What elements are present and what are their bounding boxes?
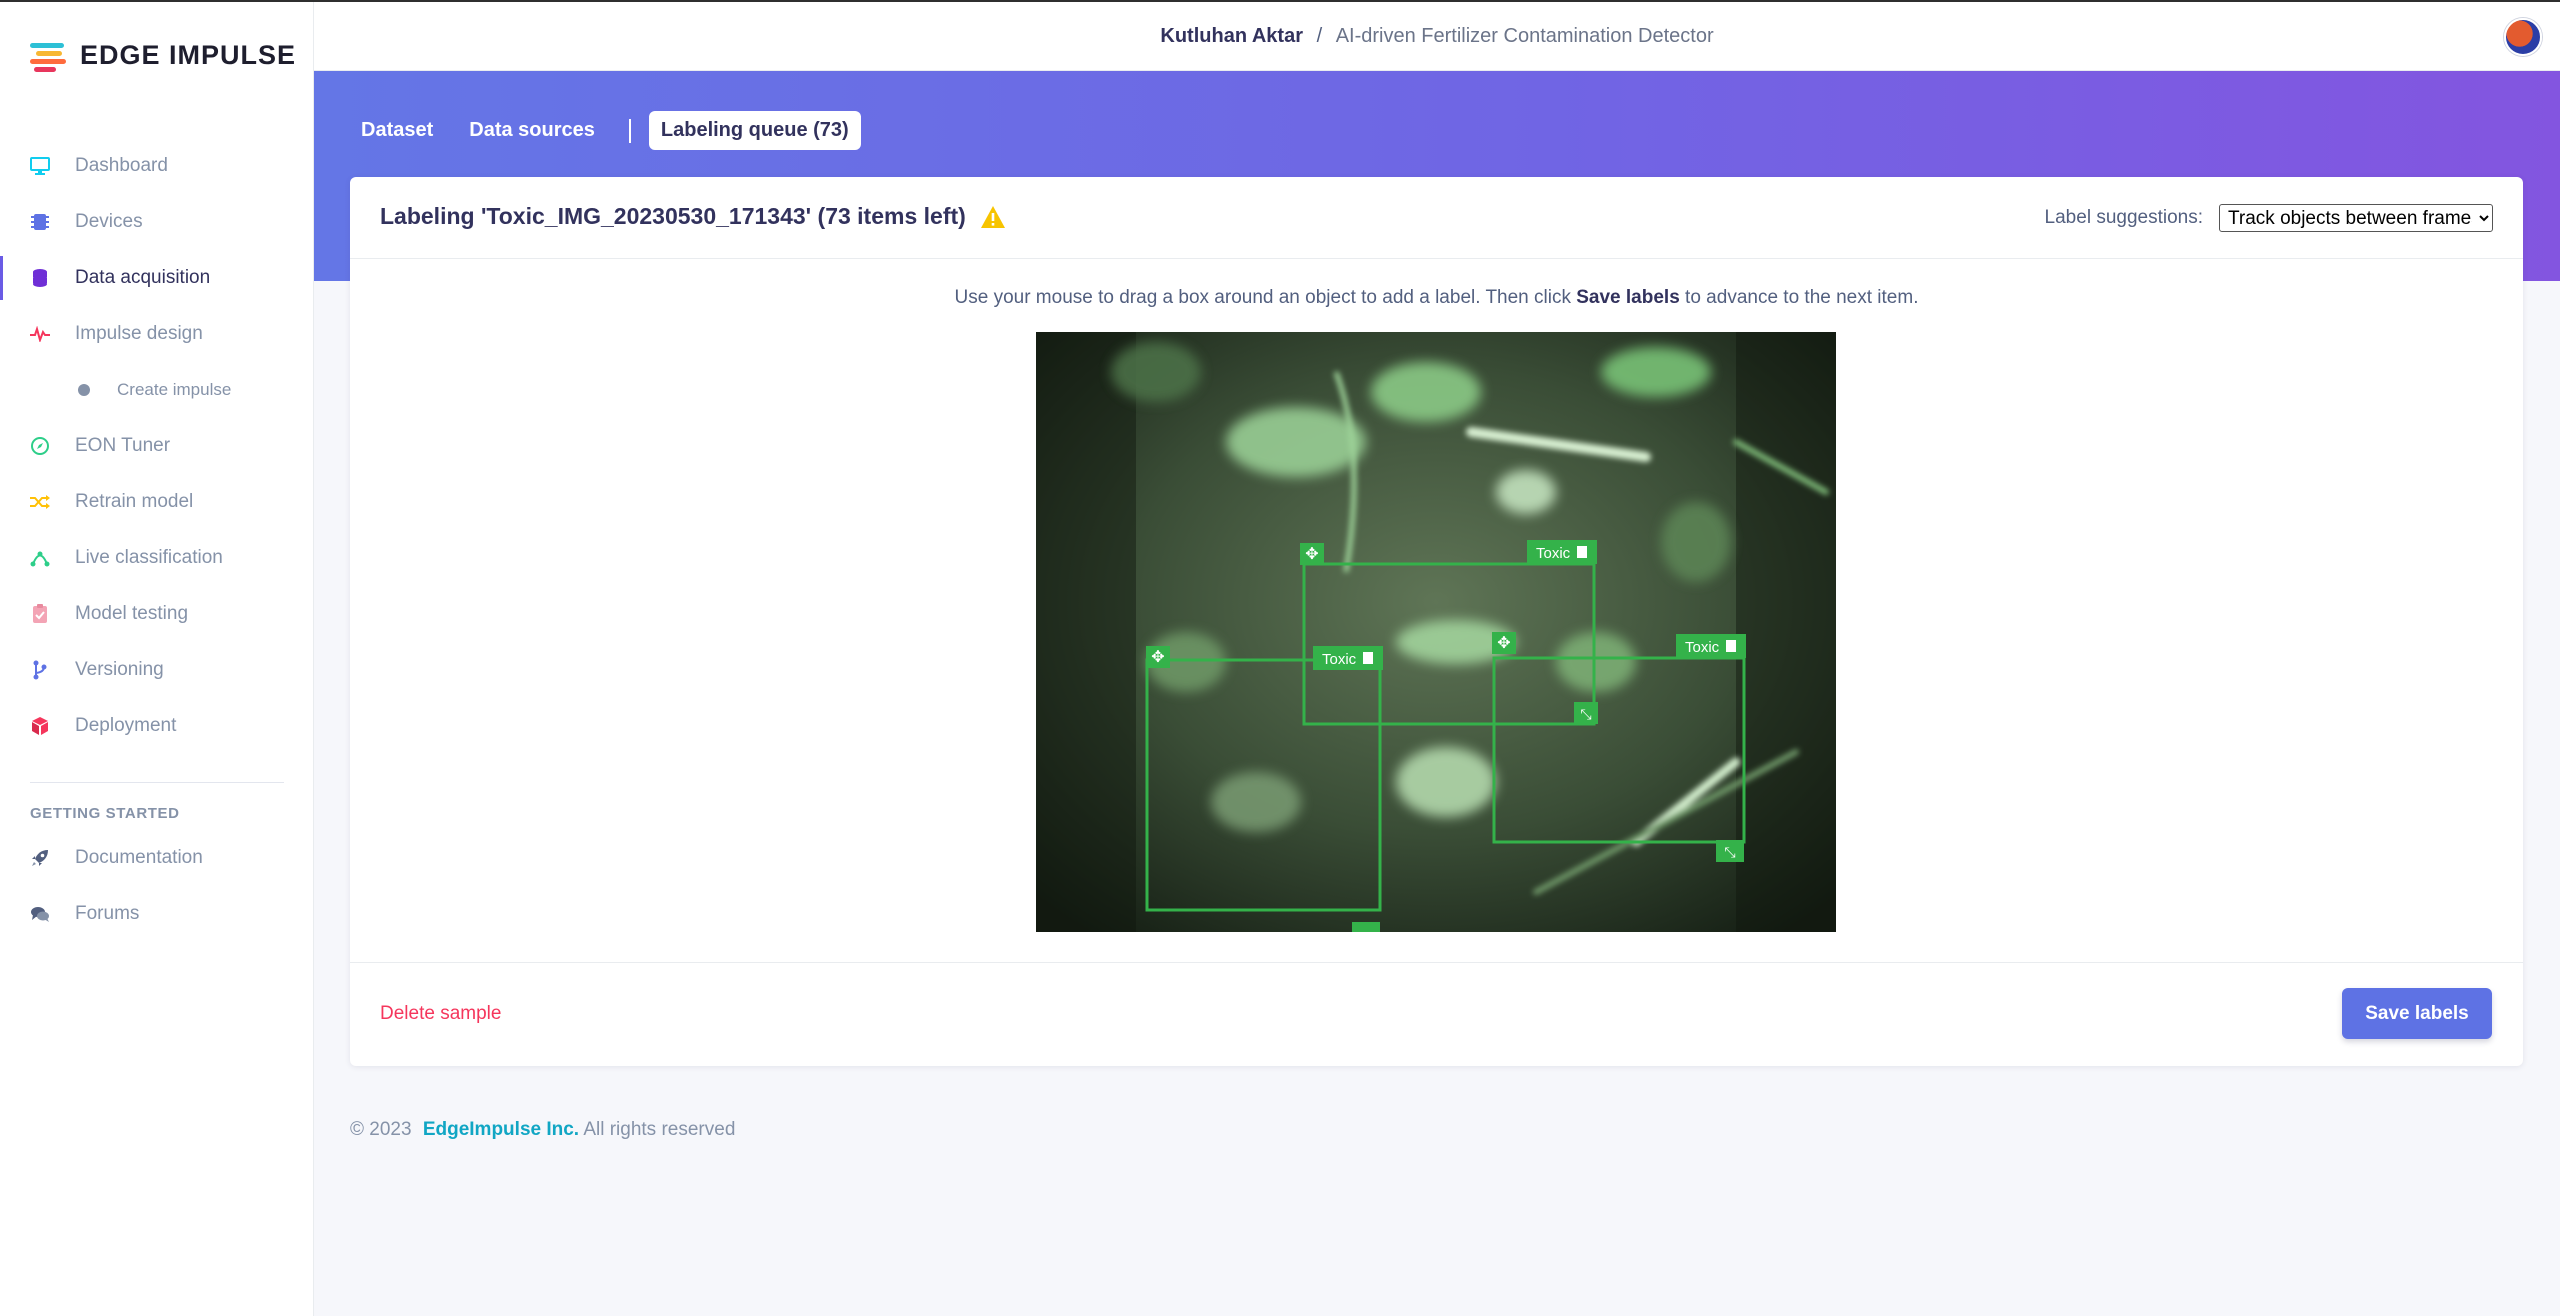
instructions-text-end: to advance to the next item.	[1679, 287, 1919, 308]
label-suggestions-label: Label suggestions:	[2044, 207, 2203, 228]
svg-text:⤡: ⤡	[1724, 845, 1735, 861]
warning-icon[interactable]	[980, 205, 1006, 229]
sidebar-item-label: Devices	[75, 211, 143, 232]
breadcrumb-project[interactable]: AI-driven Fertilizer Contamination Detec…	[1336, 25, 1714, 47]
tab-dataset[interactable]: Dataset	[361, 119, 433, 142]
logo-mark-icon	[30, 41, 72, 72]
sidebar-item-documentation[interactable]: Documentation	[0, 830, 314, 886]
delete-sample-link[interactable]: Delete sample	[380, 1003, 501, 1025]
labeling-canvas[interactable]: ✥ Toxic ⤡ ✥ Toxic ✥ Toxic ⤡	[1036, 332, 1836, 932]
tab-data-sources[interactable]: Data sources	[469, 119, 595, 142]
sidebar-item-label: Dashboard	[75, 155, 168, 176]
sidebar-item-label: Documentation	[75, 847, 203, 868]
tab-divider	[628, 118, 631, 143]
sidebar-item-label: Create impulse	[117, 380, 232, 399]
clipboard-check-icon	[30, 604, 50, 624]
sidebar-item-label: Deployment	[75, 715, 177, 736]
card-title: Labeling 'Toxic_IMG_20230530_171343' (73…	[380, 203, 966, 229]
sidebar-item-eon-tuner[interactable]: EON Tuner	[0, 418, 314, 474]
breadcrumb: Kutluhan Aktar / AI-driven Fertilizer Co…	[314, 25, 2560, 48]
sidebar-item-devices[interactable]: Devices	[0, 194, 314, 250]
sidebar-item-live-classification[interactable]: Live classification	[0, 530, 314, 586]
breadcrumb-owner[interactable]: Kutluhan Aktar	[1160, 25, 1303, 47]
labeling-instructions: Use your mouse to drag a box around an o…	[350, 287, 2523, 309]
network-icon	[30, 548, 50, 568]
sample-image[interactable]: ✥ Toxic ⤡ ✥ Toxic ✥ Toxic ⤡	[1036, 332, 1836, 932]
breadcrumb-separator: /	[1316, 25, 1323, 47]
sidebar-item-label: Forums	[75, 903, 140, 924]
footer-copyright: © 2023	[350, 1119, 412, 1140]
sidebar-item-dashboard[interactable]: Dashboard	[0, 138, 314, 194]
box-label[interactable]: Toxic	[1536, 545, 1571, 562]
sidebar-item-deployment[interactable]: Deployment	[0, 698, 314, 754]
labeling-card: Labeling 'Toxic_IMG_20230530_171343' (73…	[350, 177, 2523, 1066]
section-heading: GETTING STARTED	[30, 805, 180, 822]
label-suggestions: Label suggestions: Track objects between…	[2045, 204, 2493, 232]
footer-rights: All rights reserved	[583, 1119, 736, 1140]
avatar[interactable]	[2504, 18, 2542, 56]
box-label[interactable]: Toxic	[1322, 651, 1357, 668]
top-bar: Kutluhan Aktar / AI-driven Fertilizer Co…	[314, 2, 2560, 71]
sidebar-item-versioning[interactable]: Versioning	[0, 642, 314, 698]
sidebar-item-impulse-design[interactable]: Impulse design	[0, 306, 314, 362]
sidebar-item-create-impulse[interactable]: Create impulse	[0, 362, 314, 418]
shuffle-icon	[30, 492, 50, 512]
compass-icon	[30, 436, 50, 456]
monitor-icon	[30, 156, 50, 176]
page-footer: © 2023 EdgeImpulse Inc. All rights reser…	[350, 1119, 735, 1141]
card-footer: Delete sample Save labels	[350, 962, 2523, 1066]
sidebar-nav: Dashboard Devices Data acquisition Impul…	[0, 138, 314, 942]
card-header: Labeling 'Toxic_IMG_20230530_171343' (73…	[350, 177, 2523, 259]
sidebar-item-label: Data acquisition	[75, 267, 211, 288]
sidebar-item-model-testing[interactable]: Model testing	[0, 586, 314, 642]
instructions-bold: Save labels	[1576, 287, 1680, 308]
sidebar: EDGE IMPULSE Dashboard Devices Data acqu…	[0, 2, 314, 1316]
sidebar-item-retrain-model[interactable]: Retrain model	[0, 474, 314, 530]
sidebar-item-label: Impulse design	[75, 323, 203, 344]
svg-text:⤡: ⤡	[1580, 707, 1591, 723]
edge-impulse-logo[interactable]: EDGE IMPULSE	[30, 40, 297, 72]
label-suggestions-select[interactable]: Track objects between frames	[2219, 204, 2493, 232]
rocket-icon	[30, 848, 50, 868]
svg-text:✥: ✥	[1151, 647, 1164, 666]
branch-icon	[30, 660, 50, 680]
card-title-wrap: Labeling 'Toxic_IMG_20230530_171343' (73…	[380, 203, 1006, 230]
tab-bar: Dataset Data sources Labeling queue (73)	[361, 111, 861, 150]
svg-text:✥: ✥	[1497, 633, 1510, 652]
svg-text:✥: ✥	[1305, 544, 1318, 563]
save-labels-button[interactable]: Save labels	[2342, 988, 2492, 1039]
sidebar-item-label: Versioning	[75, 659, 164, 680]
chip-icon	[30, 212, 50, 232]
sidebar-divider	[30, 782, 284, 783]
cube-icon	[30, 716, 50, 736]
sidebar-item-label: EON Tuner	[75, 435, 171, 456]
dot-icon	[78, 384, 90, 396]
sidebar-item-label: Live classification	[75, 547, 223, 568]
sidebar-item-forums[interactable]: Forums	[0, 886, 314, 942]
box-label[interactable]: Toxic	[1685, 639, 1720, 656]
logo-text: EDGE IMPULSE	[80, 40, 297, 70]
sidebar-item-data-acquisition[interactable]: Data acquisition	[0, 250, 314, 306]
sidebar-item-label: Retrain model	[75, 491, 194, 512]
instructions-text: Use your mouse to drag a box around an o…	[954, 287, 1577, 308]
sidebar-item-label: Model testing	[75, 603, 189, 624]
footer-company-link[interactable]: EdgeImpulse Inc.	[423, 1119, 579, 1140]
pulse-icon	[30, 324, 50, 344]
database-icon	[30, 268, 50, 288]
comments-icon	[30, 904, 50, 924]
tab-labeling-queue[interactable]: Labeling queue (73)	[648, 111, 861, 150]
